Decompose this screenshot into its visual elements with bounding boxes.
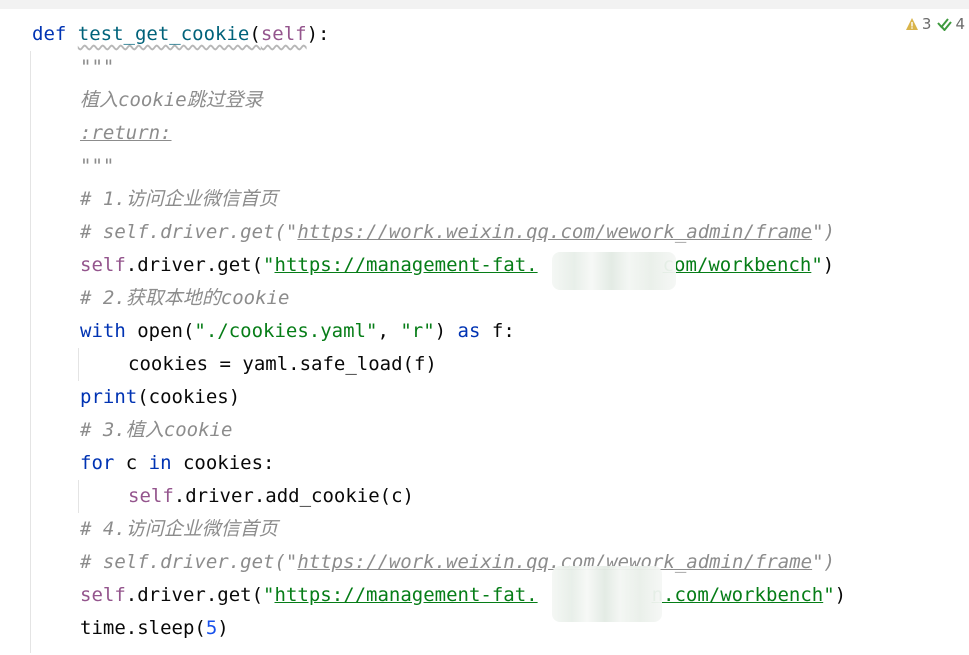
code-line-9[interactable]: # 2.获取本地的cookie	[80, 282, 289, 315]
indent-guide-for	[78, 480, 79, 513]
function-name: test_get_cookie	[77, 23, 250, 45]
alias-f: f:	[480, 320, 515, 342]
url-part-a: https://management-fat.	[274, 584, 538, 606]
call-text: .driver.get(	[125, 584, 264, 606]
code-line-2[interactable]: """	[80, 51, 114, 84]
loop-iterable: cookies:	[171, 452, 275, 474]
sleep-seconds: 5	[205, 617, 218, 639]
code-line-1[interactable]: def test_get_cookie(self):	[32, 18, 329, 51]
redacted-blur-2	[552, 566, 662, 622]
string-quote-open: "	[263, 254, 275, 276]
self-ref: self	[128, 485, 174, 507]
keyword-for: for	[80, 452, 115, 474]
code-editor[interactable]: 3 4 def test_get_cookie(self): """ 植入coo…	[0, 9, 969, 655]
weak-warnings-count: 4	[955, 15, 965, 33]
indent-guide-function	[30, 51, 31, 653]
warnings-count: 3	[921, 15, 932, 33]
paren-close: ):	[306, 23, 330, 45]
code-line-5[interactable]: """	[80, 150, 114, 183]
string-quote-open: "	[263, 584, 275, 606]
comment-prefix: # self.driver.get("	[80, 551, 298, 573]
loop-var: c	[114, 452, 149, 474]
comment-url: https://work.weixin.qq.com/wework_admin/…	[297, 221, 813, 243]
keyword-in: in	[148, 452, 172, 474]
code-line-6[interactable]: # 1.访问企业微信首页	[80, 183, 278, 216]
weak-warnings-indicator[interactable]: 4	[937, 15, 965, 33]
string-quote-close: "	[811, 254, 823, 276]
top-strip	[0, 0, 969, 9]
indent-guide-with	[78, 348, 79, 381]
keyword-as: as	[457, 320, 481, 342]
string-mode: "r"	[400, 320, 435, 342]
comment-prefix: # self.driver.get("	[80, 221, 298, 243]
call-close: )	[834, 584, 847, 606]
add-cookie-call: .driver.add_cookie(c)	[173, 485, 414, 507]
keyword-def: def	[32, 23, 67, 45]
paren-open: (	[249, 23, 261, 45]
double-check-icon	[937, 18, 953, 31]
comma: ,	[377, 320, 401, 342]
print-args: (cookies)	[137, 386, 241, 408]
comment-suffix: ")	[812, 221, 835, 243]
docstring-return-tag: :return:	[80, 122, 172, 144]
url-part-a: https://management-fat.	[274, 254, 538, 276]
code-line-10[interactable]: with open("./cookies.yaml", "r") as f:	[80, 315, 515, 348]
param-self: self	[260, 23, 307, 45]
open-close: )	[434, 320, 458, 342]
code-line-7[interactable]: # self.driver.get("https://work.weixin.q…	[80, 216, 835, 249]
string-path: "./cookies.yaml"	[194, 320, 378, 342]
warning-icon	[905, 18, 918, 30]
sleep-call: time.sleep(	[80, 617, 206, 639]
url-part-b: n.com/workbench	[651, 584, 824, 606]
code-line-3[interactable]: 植入cookie跳过登录	[80, 84, 263, 117]
builtin-print: print	[80, 386, 138, 408]
inspections-widget[interactable]: 3 4	[905, 15, 965, 33]
code-line-14[interactable]: for c in cookies:	[80, 447, 275, 480]
code-line-4[interactable]: :return:	[80, 117, 172, 150]
self-ref: self	[80, 254, 126, 276]
warnings-indicator[interactable]: 3	[905, 15, 932, 33]
code-line-16[interactable]: # 4.访问企业微信首页	[80, 513, 278, 546]
open-call: open(	[125, 320, 195, 342]
code-line-8[interactable]: self.driver.get("https://management-fat.…	[80, 249, 834, 282]
call-close: )	[822, 254, 835, 276]
string-quote-close: "	[823, 584, 835, 606]
self-ref: self	[80, 584, 126, 606]
code-line-15[interactable]: self.driver.add_cookie(c)	[128, 480, 414, 513]
sleep-close: )	[217, 617, 229, 639]
code-line-11[interactable]: cookies = yaml.safe_load(f)	[128, 348, 437, 381]
call-text: .driver.get(	[125, 254, 264, 276]
code-line-19[interactable]: time.sleep(5)	[80, 612, 229, 645]
redacted-blur-1	[552, 252, 676, 290]
code-line-13[interactable]: # 3.植入cookie	[80, 414, 232, 447]
code-line-17[interactable]: # self.driver.get("https://work.weixin.q…	[80, 546, 835, 579]
comment-suffix: ")	[812, 551, 835, 573]
keyword-with: with	[80, 320, 126, 342]
code-line-18[interactable]: self.driver.get("https://management-fat.…	[80, 579, 846, 612]
code-line-12[interactable]: print(cookies)	[80, 381, 240, 414]
url-part-b: com/workbench	[662, 254, 812, 276]
